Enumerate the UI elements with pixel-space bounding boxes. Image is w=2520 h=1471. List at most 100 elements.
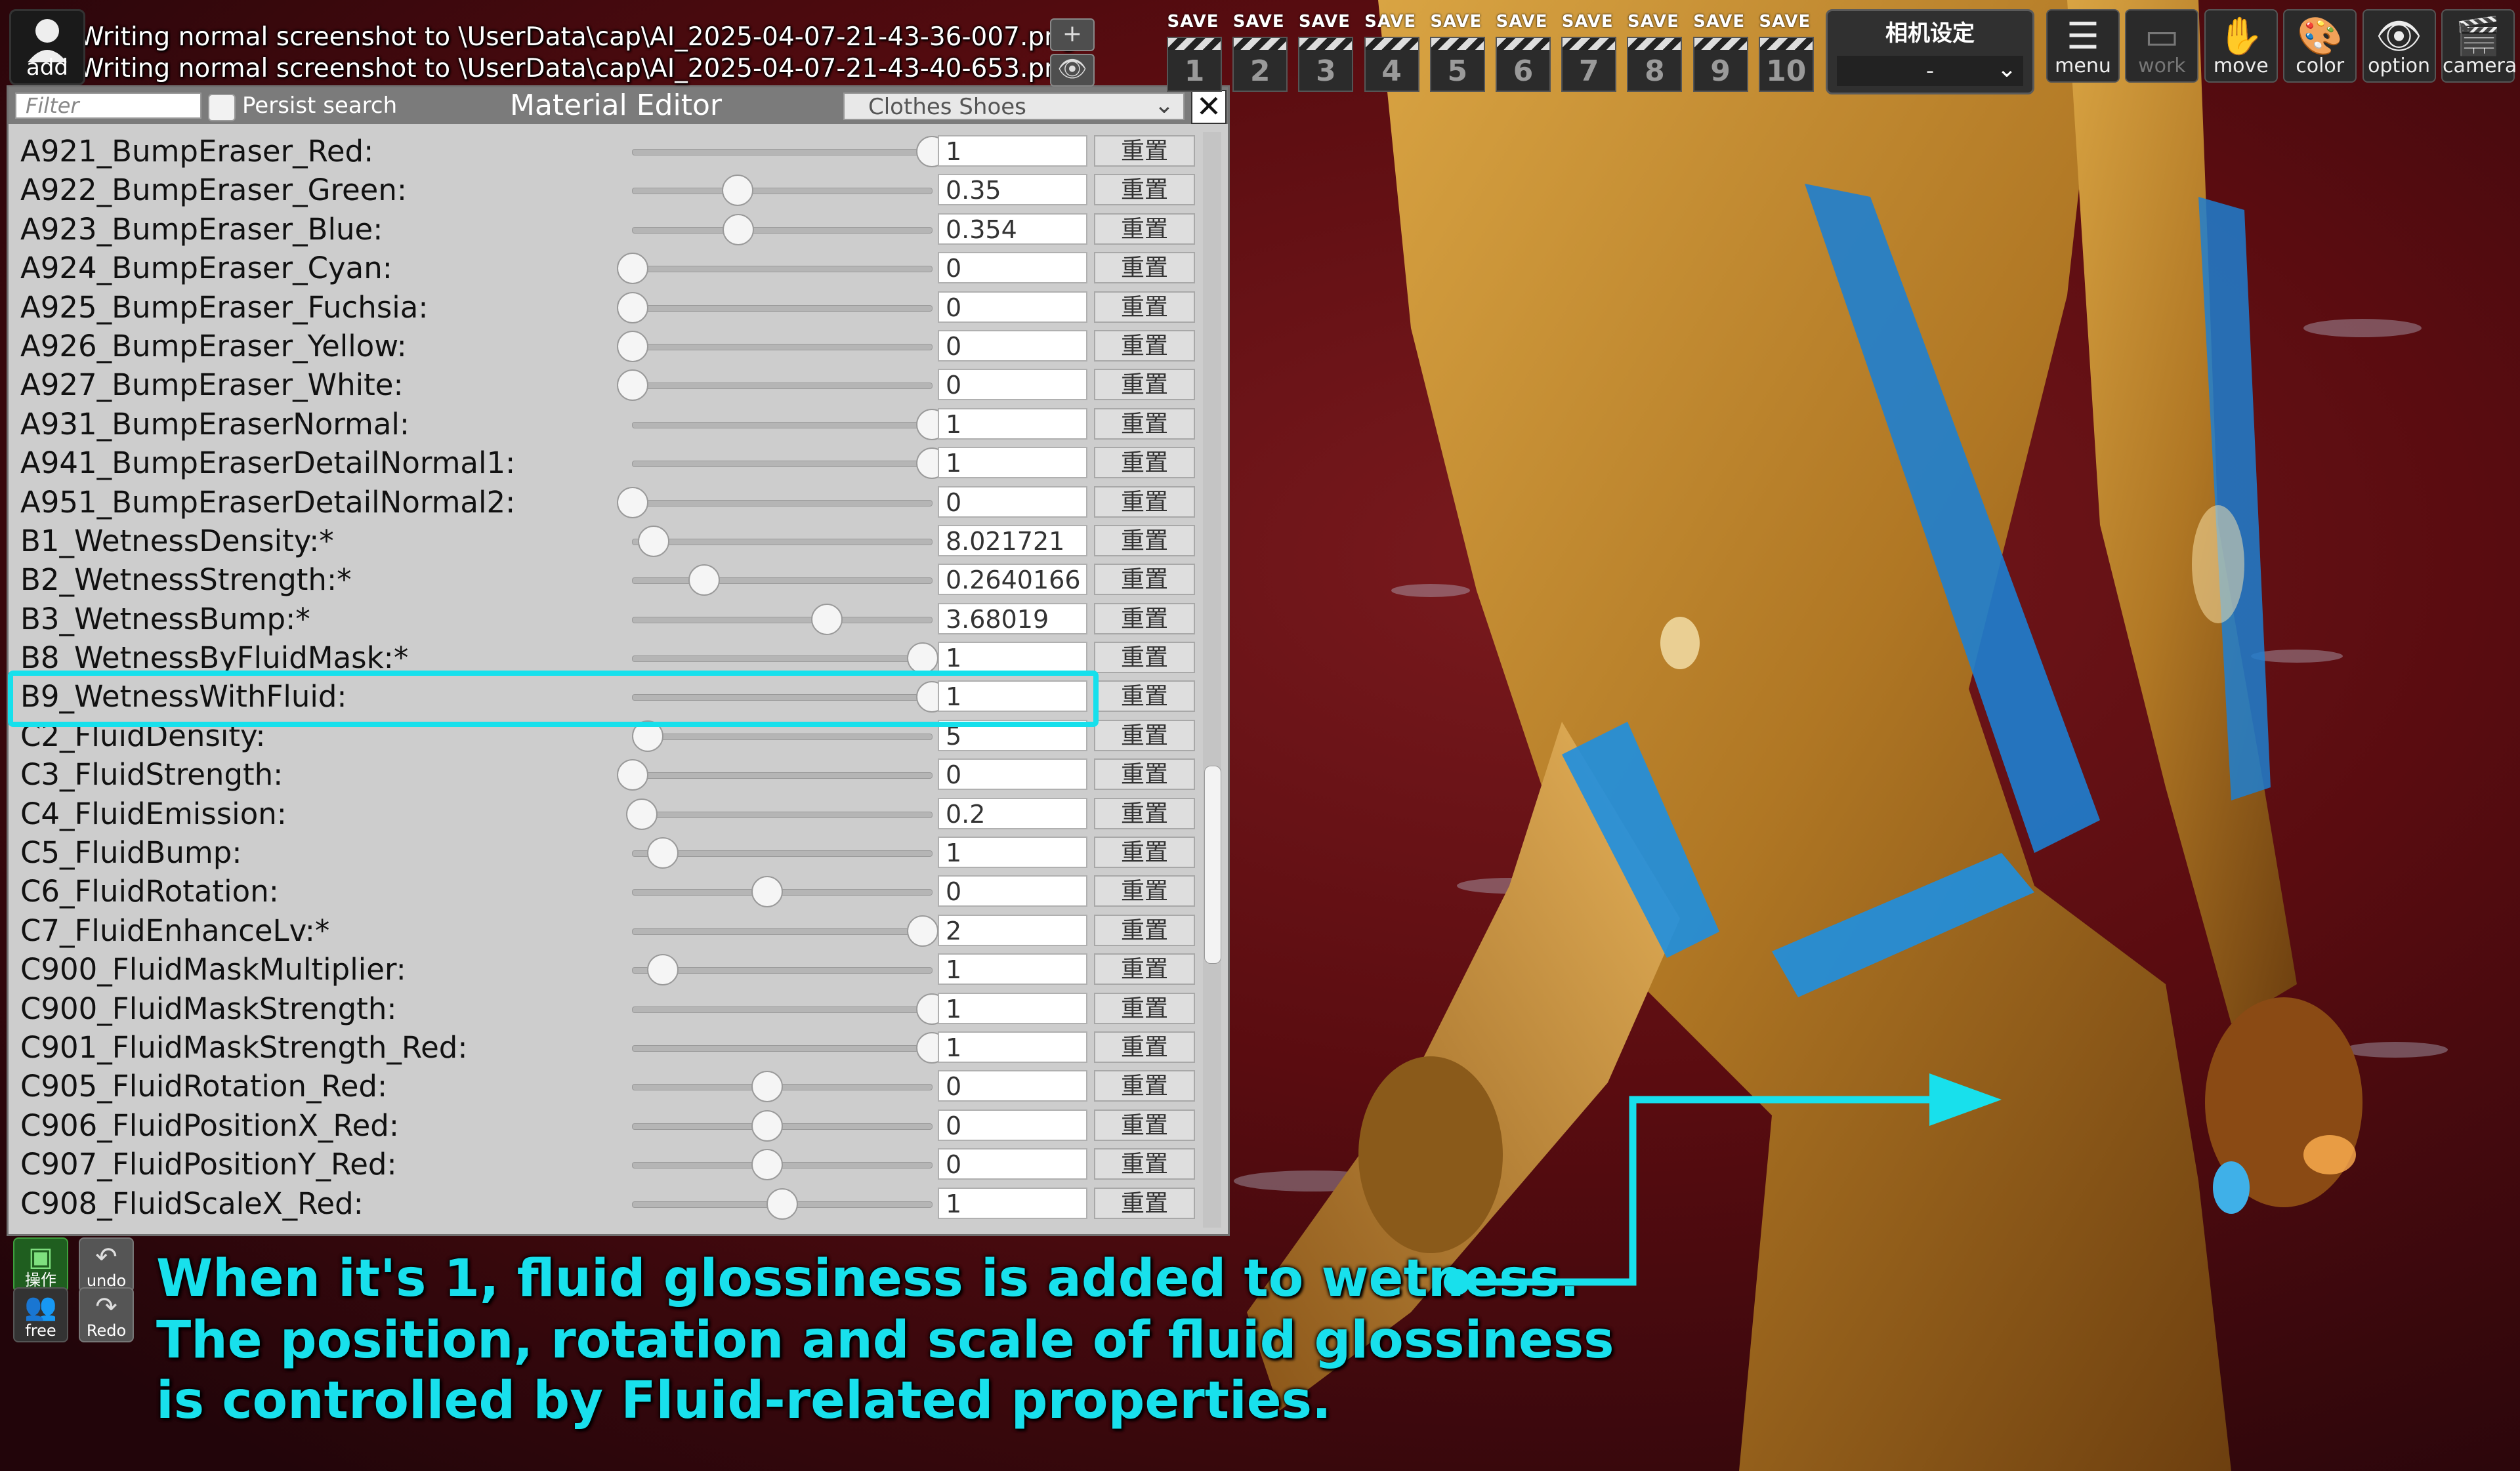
scrollbar-thumb[interactable] — [1204, 766, 1221, 964]
reset-button[interactable]: 重置 — [1094, 1109, 1195, 1141]
property-value-input[interactable]: 1 — [938, 992, 1087, 1024]
category-select[interactable]: Clothes Shoes ⌄ — [843, 93, 1185, 120]
slider-knob[interactable] — [617, 759, 648, 791]
redo-button[interactable]: ↷ Redo — [79, 1287, 134, 1342]
camera-button[interactable]: 🎬 camera — [2441, 9, 2517, 83]
property-value-input[interactable]: 0 — [938, 486, 1087, 518]
property-slider[interactable] — [632, 213, 933, 245]
slider-knob[interactable] — [688, 564, 721, 596]
character-control-button[interactable]: ▣ 操作 — [13, 1237, 68, 1293]
slider-knob[interactable] — [723, 213, 755, 245]
slider-knob[interactable] — [617, 486, 648, 518]
property-slider[interactable] — [632, 603, 933, 635]
property-value-input[interactable]: 0.2 — [938, 797, 1087, 829]
property-value-input[interactable]: 0 — [938, 1070, 1087, 1102]
property-value-input[interactable]: 1 — [938, 135, 1087, 167]
property-slider[interactable] — [617, 330, 933, 362]
save-slot-2[interactable]: SAVE 2 — [1228, 12, 1289, 93]
property-value-input[interactable]: 0.35 — [938, 174, 1087, 206]
property-value-input[interactable]: 0 — [938, 758, 1087, 791]
property-value-input[interactable]: 0 — [938, 1109, 1087, 1141]
move-button[interactable]: ✋ move — [2204, 9, 2278, 83]
reset-button[interactable]: 重置 — [1094, 642, 1195, 674]
slider-knob[interactable] — [751, 1071, 784, 1103]
menu-button[interactable]: ☰ menu — [2046, 9, 2120, 83]
reset-button[interactable]: 重置 — [1094, 252, 1195, 284]
slider-knob[interactable] — [637, 525, 669, 557]
property-slider[interactable] — [632, 1188, 933, 1220]
reset-button[interactable]: 重置 — [1094, 369, 1195, 401]
slider-knob[interactable] — [721, 175, 753, 207]
scrollbar[interactable] — [1203, 132, 1221, 1228]
slider-knob[interactable] — [617, 369, 648, 402]
reset-button[interactable]: 重置 — [1094, 758, 1195, 791]
property-value-input[interactable]: 0 — [938, 329, 1087, 362]
property-slider[interactable] — [632, 837, 933, 869]
save-slot-3[interactable]: SAVE 3 — [1294, 12, 1354, 93]
property-value-input[interactable]: 0 — [938, 252, 1087, 284]
slider-knob[interactable] — [617, 291, 648, 323]
free-camera-button[interactable]: 👥 free — [13, 1287, 68, 1342]
property-slider[interactable] — [617, 253, 933, 285]
property-slider[interactable] — [632, 525, 933, 557]
property-slider[interactable] — [617, 369, 933, 402]
property-slider[interactable] — [632, 1149, 933, 1181]
slider-knob[interactable] — [751, 1149, 784, 1181]
reset-button[interactable]: 重置 — [1094, 135, 1195, 167]
eye-icon[interactable]: 👁 — [1050, 54, 1095, 87]
slider-knob[interactable] — [646, 837, 679, 869]
close-button[interactable]: ✕ — [1191, 90, 1227, 124]
slider-knob[interactable] — [751, 1109, 784, 1142]
reset-button[interactable]: 重置 — [1094, 447, 1195, 479]
property-value-input[interactable]: 0 — [938, 1148, 1087, 1180]
reset-button[interactable]: 重置 — [1094, 1031, 1195, 1063]
property-slider[interactable] — [632, 876, 933, 908]
work-button[interactable]: ▭ work — [2125, 9, 2199, 83]
property-slider[interactable] — [617, 291, 933, 323]
reset-button[interactable]: 重置 — [1094, 564, 1195, 596]
property-value-input[interactable]: 3.68019 — [938, 602, 1087, 634]
property-value-input[interactable]: 1 — [938, 1187, 1087, 1219]
reset-button[interactable]: 重置 — [1094, 524, 1195, 556]
reset-button[interactable]: 重置 — [1094, 680, 1195, 713]
property-slider[interactable] — [632, 1071, 933, 1103]
reset-button[interactable]: 重置 — [1094, 837, 1195, 869]
property-slider[interactable] — [632, 993, 948, 1025]
property-value-input[interactable]: 1 — [938, 447, 1087, 479]
property-slider[interactable] — [631, 720, 933, 752]
save-slot-4[interactable]: SAVE 4 — [1360, 12, 1421, 93]
slider-knob[interactable] — [617, 253, 648, 285]
property-value-input[interactable]: 0 — [938, 369, 1087, 401]
filter-input[interactable]: Filter — [15, 93, 201, 119]
property-slider[interactable] — [632, 915, 939, 947]
slider-knob[interactable] — [751, 876, 784, 908]
slider-knob[interactable] — [907, 915, 939, 947]
property-value-input[interactable]: 8.021721 — [938, 524, 1087, 556]
property-slider[interactable] — [632, 954, 933, 986]
reset-button[interactable]: 重置 — [1094, 329, 1195, 362]
slider-knob[interactable] — [646, 954, 679, 986]
color-button[interactable]: 🎨 color — [2283, 9, 2357, 83]
slider-knob[interactable] — [617, 330, 648, 362]
property-value-input[interactable]: 1 — [938, 953, 1087, 985]
property-value-input[interactable]: 1 — [938, 407, 1087, 440]
property-value-input[interactable]: 1 — [938, 837, 1087, 869]
save-slot-1[interactable]: SAVE 1 — [1163, 12, 1223, 93]
property-value-input[interactable]: 0 — [938, 291, 1087, 323]
property-value-input[interactable]: 1 — [938, 642, 1087, 674]
reset-button[interactable]: 重置 — [1094, 291, 1195, 323]
slider-knob[interactable] — [766, 1188, 798, 1220]
save-slot-7[interactable]: SAVE 7 — [1557, 12, 1618, 93]
reset-button[interactable]: 重置 — [1094, 213, 1195, 245]
save-slot-8[interactable]: SAVE 8 — [1623, 12, 1683, 93]
add-character-button[interactable]: add — [9, 9, 85, 85]
zoom-in-button[interactable]: + — [1050, 18, 1095, 51]
reset-button[interactable]: 重置 — [1094, 407, 1195, 440]
persist-search-checkbox[interactable] — [208, 94, 236, 121]
reset-button[interactable]: 重置 — [1094, 992, 1195, 1024]
property-value-input[interactable]: 2 — [938, 914, 1087, 946]
slider-knob[interactable] — [811, 603, 843, 635]
save-slot-10[interactable]: SAVE 10 — [1755, 12, 1815, 93]
property-slider[interactable] — [632, 175, 933, 207]
property-value-input[interactable]: 0.2640166 — [938, 564, 1087, 596]
